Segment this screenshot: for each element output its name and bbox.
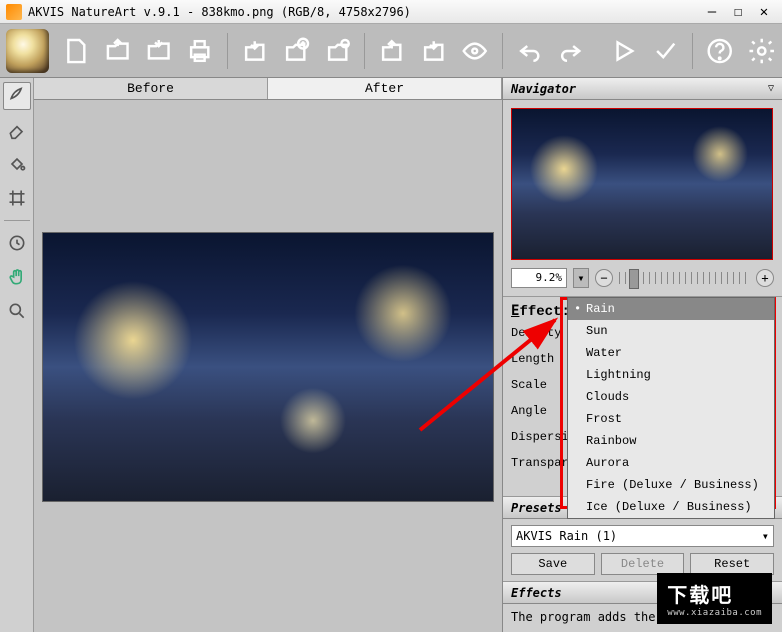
export-add-icon[interactable] [281, 36, 310, 66]
minimize-button[interactable]: — [700, 3, 724, 21]
zoom-dropdown[interactable]: ▾ [573, 268, 589, 288]
export-settings-icon[interactable] [323, 36, 352, 66]
preset-delete-button[interactable]: Delete [601, 553, 685, 575]
effect-option-fire[interactable]: Fire (Deluxe / Business) [568, 474, 774, 496]
zoom-in-button[interactable]: + [756, 269, 774, 287]
hand-tool[interactable] [3, 263, 31, 291]
import-icon[interactable] [240, 36, 269, 66]
window-title: AKVIS NatureArt v.9.1 - 838kmo.png (RGB/… [28, 5, 700, 19]
collapse-icon[interactable]: ▽ [768, 83, 774, 94]
selection-tool[interactable] [3, 82, 31, 110]
navigator-title: Navigator [511, 82, 576, 96]
eraser-tool[interactable] [3, 116, 31, 144]
undo-icon[interactable] [515, 36, 544, 66]
apply-icon[interactable] [651, 36, 680, 66]
titlebar: AKVIS NatureArt v.9.1 - 838kmo.png (RGB/… [0, 0, 782, 24]
effect-option-rain[interactable]: Rain [568, 298, 774, 320]
watermark-text: 下载吧 [667, 583, 733, 607]
effect-option-water[interactable]: Water [568, 342, 774, 364]
canvas-image [42, 232, 494, 502]
tab-before[interactable]: Before [34, 78, 268, 99]
close-button[interactable]: ✕ [752, 3, 776, 21]
zoom-value[interactable]: 9.2% [511, 268, 567, 288]
effect-option-rainbow[interactable]: Rainbow [568, 430, 774, 452]
effect-option-lightning[interactable]: Lightning [568, 364, 774, 386]
effects-footer-title: Effects [511, 586, 562, 600]
preset-select[interactable]: AKVIS Rain (1) ▾ [511, 525, 774, 547]
left-toolbox [0, 78, 34, 632]
zoom-tool[interactable] [3, 297, 31, 325]
effect-section: Effect: Rain Sun Water Lightning Clouds … [503, 297, 782, 497]
history-brush-tool[interactable] [3, 229, 31, 257]
batch-out-icon[interactable] [419, 36, 448, 66]
preview-icon[interactable] [460, 36, 489, 66]
preset-reset-button[interactable]: Reset [690, 553, 774, 575]
new-document-icon[interactable] [61, 36, 90, 66]
transform-tool[interactable] [3, 184, 31, 212]
app-logo-icon [6, 29, 49, 73]
preset-selected: AKVIS Rain (1) [516, 529, 617, 543]
batch-in-icon[interactable] [377, 36, 406, 66]
maximize-button[interactable]: ☐ [726, 3, 750, 21]
print-icon[interactable] [185, 36, 214, 66]
chevron-down-icon: ▾ [762, 529, 769, 543]
canvas[interactable] [34, 100, 502, 632]
preset-save-button[interactable]: Save [511, 553, 595, 575]
help-icon[interactable] [705, 36, 734, 66]
effect-option-frost[interactable]: Frost [568, 408, 774, 430]
bucket-tool[interactable] [3, 150, 31, 178]
navigator-header[interactable]: Navigator ▽ [503, 78, 782, 100]
zoom-out-button[interactable]: − [595, 269, 613, 287]
navigator-thumbnail[interactable] [511, 108, 773, 260]
app-small-icon [6, 4, 22, 20]
effect-option-ice[interactable]: Ice (Deluxe / Business) [568, 496, 774, 518]
tab-after[interactable]: After [268, 78, 502, 99]
zoom-slider[interactable] [619, 272, 750, 284]
canvas-area: Before After [34, 78, 502, 632]
view-tabs: Before After [34, 78, 502, 100]
watermark: 下载吧 www.xiazaiba.com [657, 573, 772, 624]
watermark-url: www.xiazaiba.com [667, 608, 762, 618]
redo-icon[interactable] [556, 36, 585, 66]
save-icon[interactable] [144, 36, 173, 66]
effect-option-sun[interactable]: Sun [568, 320, 774, 342]
open-icon[interactable] [103, 36, 132, 66]
effect-dropdown[interactable]: Rain Sun Water Lightning Clouds Frost Ra… [567, 297, 775, 519]
settings-icon[interactable] [747, 36, 776, 66]
run-icon[interactable] [609, 36, 638, 66]
effect-option-clouds[interactable]: Clouds [568, 386, 774, 408]
right-panel: Navigator ▽ 9.2% ▾ − + Effect: Rain Sun … [502, 78, 782, 632]
presets-title: Presets [511, 501, 562, 515]
effect-label: Effect: [511, 304, 570, 320]
navigator-panel: 9.2% ▾ − + [503, 100, 782, 297]
effect-option-aurora[interactable]: Aurora [568, 452, 774, 474]
main-toolbar [0, 24, 782, 78]
